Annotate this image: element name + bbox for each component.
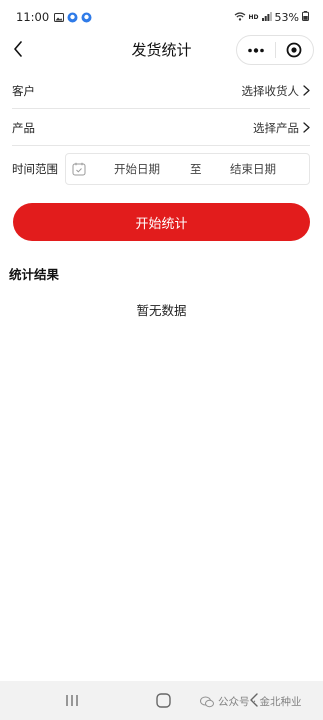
- home-button[interactable]: [151, 689, 175, 711]
- wifi-icon: [234, 11, 246, 24]
- mini-program-capsule: [236, 35, 314, 65]
- chevron-right-icon: [303, 85, 310, 96]
- customer-select[interactable]: 选择收货人: [242, 83, 311, 99]
- home-icon: [155, 692, 171, 708]
- status-time: 11:00: [16, 10, 50, 24]
- more-dots-icon: [247, 47, 264, 53]
- product-select[interactable]: 选择产品: [253, 120, 310, 136]
- empty-state-text: 暂无数据: [136, 303, 187, 318]
- more-button[interactable]: [237, 36, 275, 64]
- app-notification-icon: [67, 12, 78, 23]
- watermark: 公众号 · 金北种业: [200, 694, 302, 709]
- target-circle-icon: [286, 42, 302, 58]
- battery-icon: [302, 10, 309, 24]
- page: 11:00 HD 53% 发货统计 客户 选择收货人 产品 选择产品 时间范围 …: [0, 0, 323, 720]
- chevron-left-icon: [14, 41, 22, 57]
- signal-icon: [261, 11, 272, 24]
- end-date-field[interactable]: 结束日期: [230, 161, 276, 177]
- product-value: 选择产品: [253, 120, 299, 135]
- gallery-icon: [54, 12, 65, 22]
- customer-value: 选择收货人: [241, 83, 300, 98]
- product-row: 产品 选择产品: [12, 110, 310, 146]
- battery-percent: 53%: [274, 10, 299, 24]
- customer-label: 客户: [12, 83, 35, 98]
- network-hd-label: HD: [248, 13, 259, 21]
- recent-apps-button[interactable]: [60, 689, 84, 711]
- close-program-button[interactable]: [276, 36, 314, 64]
- back-button[interactable]: [8, 38, 28, 60]
- customer-row: 客户 选择收货人: [12, 73, 310, 109]
- app-notification-icon-2: [81, 12, 92, 23]
- date-separator: 至: [190, 162, 202, 176]
- nav-bar: 发货统计: [0, 34, 323, 66]
- wechat-icon: [200, 696, 214, 707]
- calendar-icon: [72, 162, 86, 176]
- date-range-picker[interactable]: 开始日期 至 结束日期: [65, 153, 310, 185]
- status-bar: 11:00 HD 53%: [0, 0, 323, 34]
- watermark-text: 公众号 · 金北种业: [218, 696, 302, 708]
- recent-apps-icon: [66, 694, 78, 706]
- result-title: 统计结果: [9, 267, 60, 282]
- time-range-label: 时间范围: [12, 162, 58, 176]
- product-label: 产品: [12, 120, 35, 135]
- start-statistics-button[interactable]: 开始统计: [13, 203, 310, 241]
- chevron-right-icon: [303, 122, 310, 133]
- start-date-field[interactable]: 开始日期: [114, 161, 172, 177]
- status-right: HD 53%: [234, 10, 309, 24]
